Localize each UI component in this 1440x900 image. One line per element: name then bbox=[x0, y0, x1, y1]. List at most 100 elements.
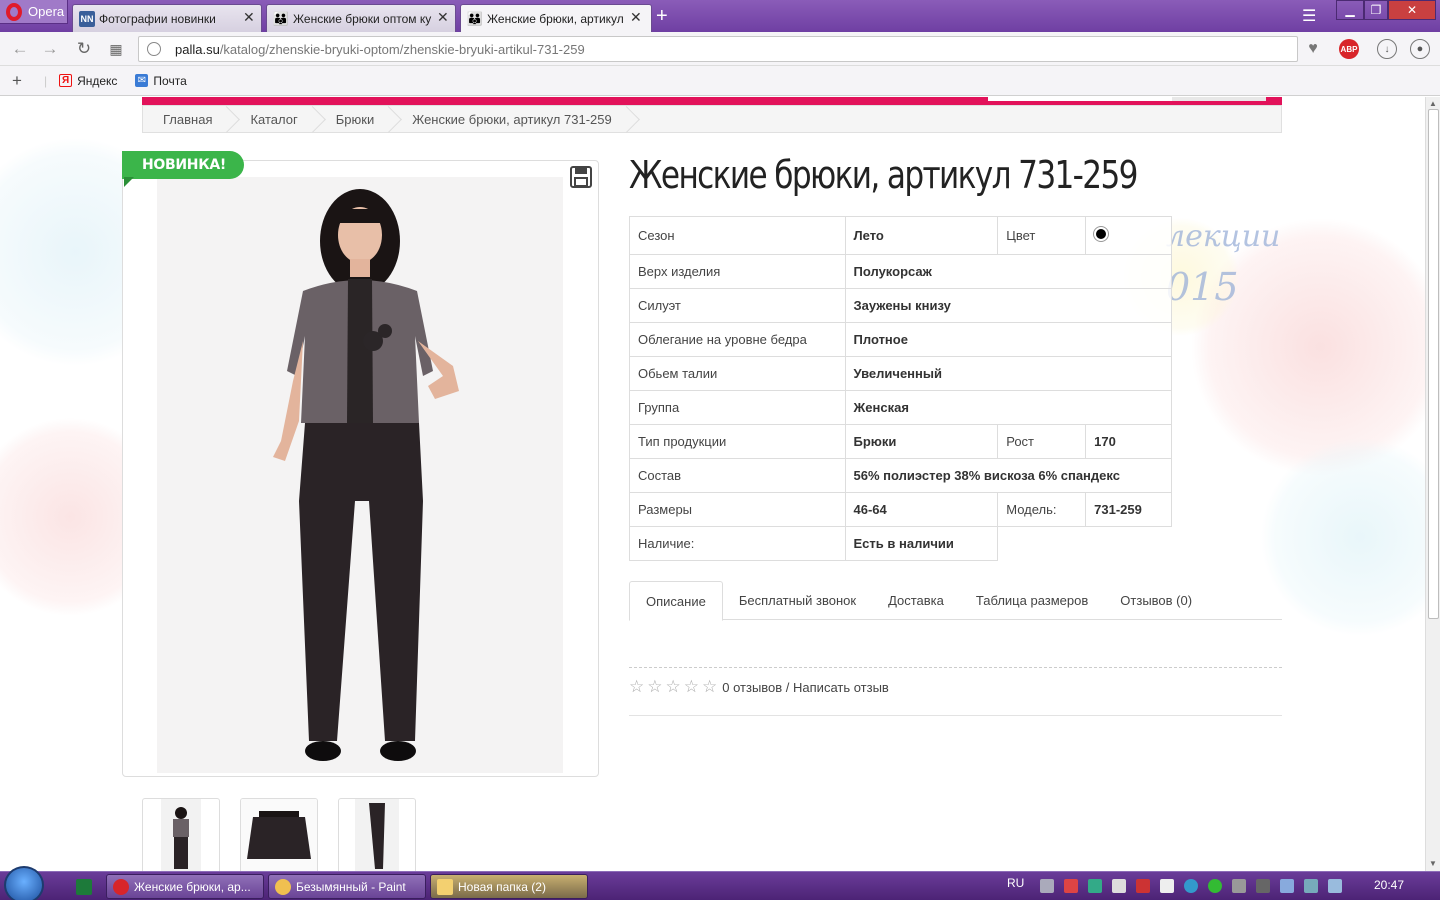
tray-icon[interactable] bbox=[1208, 879, 1222, 893]
tab-size-chart[interactable]: Таблица размеров bbox=[960, 581, 1104, 620]
tab-title: Женские брюки оптом ку bbox=[293, 11, 432, 26]
tray-icon[interactable] bbox=[1040, 879, 1054, 893]
yandex-icon: Я bbox=[59, 74, 73, 87]
table-row: Состав 56% полиэстер 38% вискоза 6% спан… bbox=[629, 458, 1173, 493]
bookmark-label: Почта bbox=[153, 73, 187, 88]
bookmark-mail[interactable]: ✉ Почта bbox=[135, 73, 187, 88]
bookmarks-bar: + | Я Яндекс ✉ Почта bbox=[0, 66, 1440, 96]
tab-photos[interactable]: NN Фотографии новинки bbox=[72, 4, 262, 32]
opera-menu-button[interactable]: Opera bbox=[0, 0, 68, 24]
taskbar-paint[interactable]: Безымянный - Paint bbox=[268, 874, 426, 899]
address-bar[interactable]: palla.su/katalog/zhenskie-bryuki-optom/z… bbox=[138, 36, 1298, 62]
new-tab-button[interactable]: + bbox=[656, 6, 668, 26]
tab-pants-article[interactable]: 👪 Женские брюки, артикул bbox=[460, 4, 652, 32]
scroll-up-icon[interactable]: ▲ bbox=[1429, 99, 1437, 108]
taskbar-folder[interactable]: Новая папка (2) bbox=[430, 874, 588, 899]
signal-icon[interactable] bbox=[1160, 879, 1174, 893]
attr-label: Облегание на уровне бедра bbox=[629, 322, 846, 357]
tab-description[interactable]: Описание bbox=[629, 581, 723, 621]
windows-taskbar: Женские брюки, ар... Безымянный - Paint … bbox=[0, 866, 1440, 900]
background-text: лекции bbox=[1166, 219, 1281, 254]
save-icon[interactable] bbox=[570, 166, 592, 188]
tray-icon[interactable] bbox=[1304, 879, 1318, 893]
task-label: Безымянный - Paint bbox=[296, 879, 406, 894]
scroll-thumb[interactable] bbox=[1428, 109, 1439, 619]
window-close-button[interactable]: ✕ bbox=[1388, 0, 1436, 20]
star-icon: ☆ bbox=[647, 677, 663, 696]
header-bar bbox=[142, 97, 1282, 105]
thumbnail-side[interactable] bbox=[338, 798, 416, 871]
heart-icon[interactable]: ♥ bbox=[1303, 39, 1323, 59]
address-host: palla.su bbox=[175, 41, 220, 57]
add-bookmark-icon[interactable]: + bbox=[12, 71, 22, 91]
thumbnail-back[interactable] bbox=[240, 798, 318, 871]
tab-free-call[interactable]: Бесплатный звонок bbox=[723, 581, 872, 620]
reload-icon[interactable]: ↻ bbox=[74, 39, 94, 59]
product-image-box[interactable] bbox=[122, 160, 599, 777]
maximize-button[interactable]: ❐ bbox=[1364, 0, 1388, 20]
tray-icon[interactable] bbox=[1280, 879, 1294, 893]
thumbnail-image bbox=[241, 799, 317, 871]
clock[interactable]: 20:47 bbox=[1374, 878, 1404, 892]
scroll-down-icon[interactable]: ▼ bbox=[1429, 859, 1437, 868]
product-photo bbox=[157, 177, 563, 773]
tab-menu-icon[interactable]: ☰ bbox=[1302, 6, 1316, 26]
divider: | bbox=[43, 73, 48, 88]
account-icon[interactable]: ● bbox=[1410, 39, 1430, 59]
volume-icon[interactable] bbox=[1232, 879, 1246, 893]
download-icon[interactable]: ↓ bbox=[1377, 39, 1397, 59]
search-button[interactable] bbox=[1172, 97, 1266, 101]
minimize-button[interactable]: ▁ bbox=[1336, 0, 1364, 20]
excel-icon[interactable] bbox=[70, 874, 96, 899]
tab-pants-opt[interactable]: 👪 Женские брюки оптом ку bbox=[266, 4, 456, 32]
write-review-link[interactable]: 0 отзывов / Написать отзыв bbox=[722, 680, 889, 695]
start-button[interactable] bbox=[4, 866, 44, 900]
attr-label: Группа bbox=[629, 390, 846, 425]
close-icon[interactable]: ✕ bbox=[630, 9, 642, 26]
attr-value: 170 bbox=[1085, 424, 1172, 459]
browser-tabbar: Opera NN Фотографии новинки ✕ 👪 Женские … bbox=[0, 0, 1440, 32]
tray-icon[interactable] bbox=[1136, 879, 1150, 893]
attr-label: Верх изделия bbox=[629, 254, 846, 289]
tray-icon[interactable] bbox=[1064, 879, 1078, 893]
attr-label: Силуэт bbox=[629, 288, 846, 323]
tray-icon[interactable] bbox=[1256, 879, 1270, 893]
excel-app-icon bbox=[76, 878, 92, 895]
search-input[interactable] bbox=[988, 97, 1172, 101]
table-row: Сезон Лето Цвет bbox=[629, 216, 1172, 255]
taskbar-opera[interactable]: Женские брюки, ар... bbox=[106, 874, 264, 899]
thumbnail-front[interactable] bbox=[142, 798, 220, 871]
breadcrumb-current[interactable]: Женские брюки, артикул 731-259 bbox=[392, 106, 630, 132]
people-icon: 👪 bbox=[272, 10, 290, 26]
page-title: Женские брюки, артикул 731-259 bbox=[629, 153, 1138, 197]
folder-icon bbox=[437, 878, 453, 895]
nn-favicon-icon: NN bbox=[79, 10, 95, 27]
breadcrumb-home[interactable]: Главная bbox=[143, 106, 230, 132]
tray-icon[interactable] bbox=[1088, 879, 1102, 893]
back-icon[interactable]: ← bbox=[10, 39, 30, 59]
product-tabs: Описание Бесплатный звонок Доставка Табл… bbox=[629, 581, 1282, 621]
speed-dial-icon[interactable]: ▦ bbox=[106, 39, 126, 59]
site-info-icon[interactable] bbox=[147, 42, 161, 56]
color-swatch[interactable] bbox=[1094, 227, 1109, 241]
thumbnail-image bbox=[355, 799, 399, 871]
tray-icon[interactable] bbox=[1112, 879, 1126, 893]
tray-icon[interactable] bbox=[1184, 879, 1198, 893]
close-icon[interactable]: ✕ bbox=[243, 9, 255, 26]
tab-delivery[interactable]: Доставка bbox=[872, 581, 960, 620]
tab-reviews[interactable]: Отзывов (0) bbox=[1104, 581, 1208, 620]
language-indicator[interactable]: RU bbox=[1007, 876, 1024, 890]
attr-value: Плотное bbox=[844, 322, 1173, 357]
close-icon[interactable]: ✕ bbox=[437, 9, 449, 26]
bookmark-yandex[interactable]: Я Яндекс bbox=[59, 74, 117, 88]
adblock-plus-icon[interactable]: ABP bbox=[1339, 39, 1359, 59]
attr-value: Брюки bbox=[844, 424, 999, 459]
breadcrumb-catalog[interactable]: Каталог bbox=[230, 106, 315, 132]
network-icon[interactable] bbox=[1328, 879, 1342, 893]
bookmark-label: Яндекс bbox=[77, 73, 118, 88]
opera-icon bbox=[113, 878, 129, 895]
breadcrumb-pants[interactable]: Брюки bbox=[316, 106, 392, 132]
forward-icon[interactable]: → bbox=[40, 39, 60, 59]
people-icon: 👪 bbox=[466, 10, 484, 26]
page-scrollbar[interactable]: ▲ ▼ bbox=[1425, 97, 1440, 871]
